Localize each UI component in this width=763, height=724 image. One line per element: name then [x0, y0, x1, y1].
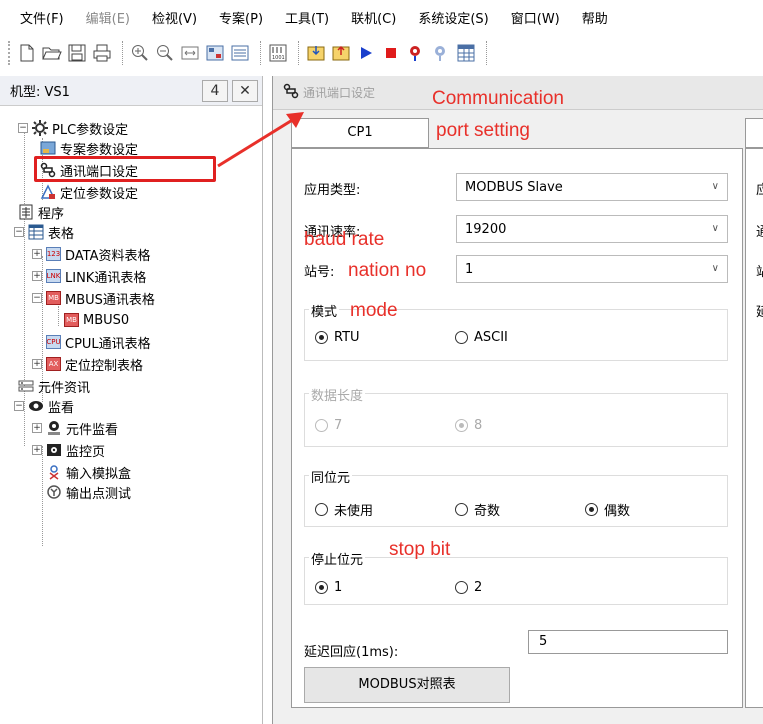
annotation-arrow [217, 112, 304, 168]
annotation-communication: Communication [432, 88, 564, 109]
annotation-mode: mode [350, 300, 398, 321]
annotation-port-setting: port setting [436, 120, 530, 141]
annotation-baud-rate: baud rate [304, 229, 385, 250]
annotation-stop-bit: stop bit [389, 539, 451, 560]
annotation-station-no: nation no [348, 260, 427, 281]
